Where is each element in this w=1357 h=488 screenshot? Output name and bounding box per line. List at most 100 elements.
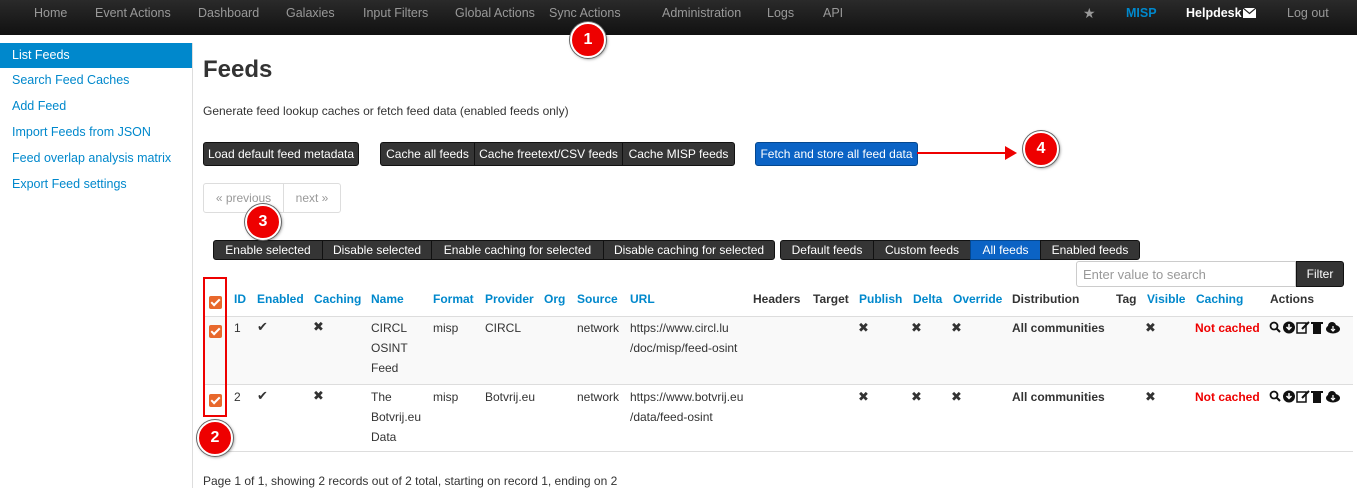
row-provider: CIRCL <box>485 321 522 335</box>
row-name-line: Data <box>371 430 397 444</box>
col-header-caching[interactable]: Caching <box>314 292 361 306</box>
sidebar: List Feeds Search Feed Caches Add Feed I… <box>0 43 193 488</box>
fetch-store-feed-data-button[interactable]: Fetch and store all feed data <box>755 142 918 166</box>
row-provider: Botvrij.eu <box>485 390 536 404</box>
row-format: misp <box>433 321 459 335</box>
cloud-download-icon[interactable] <box>1326 391 1340 403</box>
filter-default-feeds[interactable]: Default feeds <box>780 240 874 260</box>
helpdesk-link[interactable]: Helpdesk <box>1186 0 1242 26</box>
nav-galaxies[interactable]: Galaxies <box>286 0 335 26</box>
row-caching-status: Not cached <box>1195 390 1260 404</box>
nav-event-actions[interactable]: Event Actions <box>95 0 171 26</box>
search-icon[interactable] <box>1269 321 1281 333</box>
col-header-format[interactable]: Format <box>433 292 474 306</box>
filter-custom-feeds[interactable]: Custom feeds <box>873 240 971 260</box>
sidebar-item-overlap-matrix[interactable]: Feed overlap analysis matrix <box>0 146 192 171</box>
pagination-summary: Page 1 of 1, showing 2 records out of 2 … <box>203 474 618 488</box>
filter-button[interactable]: Filter <box>1296 261 1344 287</box>
check-icon: ✔ <box>257 319 268 334</box>
filter-all-feeds[interactable]: All feeds <box>970 240 1041 260</box>
cross-icon: ✖ <box>951 389 962 404</box>
brand-link[interactable]: MISP <box>1126 0 1157 26</box>
nav-input-filters[interactable]: Input Filters <box>363 0 428 26</box>
row-action-icons <box>1269 390 1340 403</box>
sidebar-item-search-feed-caches[interactable]: Search Feed Caches <box>0 68 192 93</box>
row-url-line: https://www.circl.lu <box>630 321 729 335</box>
enable-caching-selected-button[interactable]: Enable caching for selected <box>431 240 604 260</box>
logout-link[interactable]: Log out <box>1287 0 1329 26</box>
col-header-target: Target <box>813 292 849 306</box>
col-header-provider[interactable]: Provider <box>485 292 534 306</box>
cross-icon: ✖ <box>1145 389 1156 404</box>
cloud-download-icon[interactable] <box>1326 322 1340 334</box>
cross-icon: ✖ <box>858 389 869 404</box>
col-header-delta[interactable]: Delta <box>913 292 942 306</box>
row-id: 2 <box>234 390 241 404</box>
search-input[interactable] <box>1076 261 1296 287</box>
col-header-tag: Tag <box>1116 292 1137 306</box>
col-header-id[interactable]: ID <box>234 292 246 306</box>
row-name-line: Feed <box>371 361 399 375</box>
annotation-badge-1: 1 <box>570 22 606 58</box>
annotation-arrow <box>917 146 1017 160</box>
nav-home[interactable]: Home <box>34 0 67 26</box>
check-icon: ✔ <box>257 388 268 403</box>
col-header-actions: Actions <box>1270 292 1315 306</box>
download-icon[interactable] <box>1283 390 1295 403</box>
row-name-line: Botvrij.eu <box>371 410 422 424</box>
cache-freetext-feeds-button[interactable]: Cache freetext/CSV feeds <box>474 142 623 166</box>
load-default-metadata-button[interactable]: Load default feed metadata <box>203 142 359 166</box>
row-source: network <box>577 321 620 335</box>
trash-icon[interactable] <box>1311 322 1323 334</box>
row-url-line: /doc/misp/feed-osint <box>630 341 738 355</box>
annotation-badge-3: 3 <box>245 204 281 240</box>
enable-selected-button[interactable]: Enable selected <box>213 240 323 260</box>
col-header-source[interactable]: Source <box>577 292 618 306</box>
sidebar-item-export-settings[interactable]: Export Feed settings <box>0 172 192 197</box>
edit-icon[interactable] <box>1296 321 1310 334</box>
sidebar-item-list-feeds[interactable]: List Feeds <box>0 43 192 68</box>
row-distribution: All communities <box>1012 321 1105 335</box>
annotation-badge-4: 4 <box>1023 131 1059 167</box>
cross-icon: ✖ <box>911 389 922 404</box>
col-header-override[interactable]: Override <box>953 292 1002 306</box>
cache-misp-feeds-button[interactable]: Cache MISP feeds <box>622 142 735 166</box>
col-header-name[interactable]: Name <box>371 292 404 306</box>
disable-selected-button[interactable]: Disable selected <box>322 240 432 260</box>
col-header-publish[interactable]: Publish <box>859 292 902 306</box>
row-format: misp <box>433 390 459 404</box>
nav-dashboard[interactable]: Dashboard <box>198 0 259 26</box>
cache-all-feeds-button[interactable]: Cache all feeds <box>380 142 475 166</box>
nav-global-actions[interactable]: Global Actions <box>455 0 535 26</box>
filter-enabled-feeds[interactable]: Enabled feeds <box>1040 240 1140 260</box>
col-header-url[interactable]: URL <box>630 292 655 306</box>
top-navbar: Home Event Actions Dashboard Galaxies In… <box>0 0 1357 35</box>
col-header-caching-status[interactable]: Caching <box>1196 292 1243 306</box>
edit-icon[interactable] <box>1296 390 1310 403</box>
page-description: Generate feed lookup caches or fetch fee… <box>203 104 569 118</box>
star-icon[interactable]: ★ <box>1083 0 1096 26</box>
sidebar-item-add-feed[interactable]: Add Feed <box>0 94 192 119</box>
row-name-line: The <box>371 390 392 404</box>
row-url-line: https://www.botvrij.eu <box>630 390 744 404</box>
nav-logs[interactable]: Logs <box>767 0 794 26</box>
col-header-headers: Headers <box>753 292 801 306</box>
row-distribution: All communities <box>1012 390 1105 404</box>
download-icon[interactable] <box>1283 321 1295 334</box>
nav-administration[interactable]: Administration <box>662 0 741 26</box>
pagination-next[interactable]: next » <box>283 183 341 213</box>
checkbox-highlight-box <box>203 277 227 417</box>
disable-caching-selected-button[interactable]: Disable caching for selected <box>603 240 775 260</box>
cross-icon: ✖ <box>911 320 922 335</box>
trash-icon[interactable] <box>1311 391 1323 403</box>
col-header-org[interactable]: Org <box>544 292 565 306</box>
sidebar-item-import-feeds[interactable]: Import Feeds from JSON <box>0 120 192 145</box>
nav-api[interactable]: API <box>823 0 843 26</box>
col-header-visible[interactable]: Visible <box>1147 292 1185 306</box>
row-name-line: OSINT <box>371 341 408 355</box>
row-caching-status: Not cached <box>1195 321 1260 335</box>
envelope-icon[interactable] <box>1242 0 1257 26</box>
col-header-distribution: Distribution <box>1012 292 1080 306</box>
search-icon[interactable] <box>1269 390 1281 402</box>
col-header-enabled[interactable]: Enabled <box>257 292 304 306</box>
